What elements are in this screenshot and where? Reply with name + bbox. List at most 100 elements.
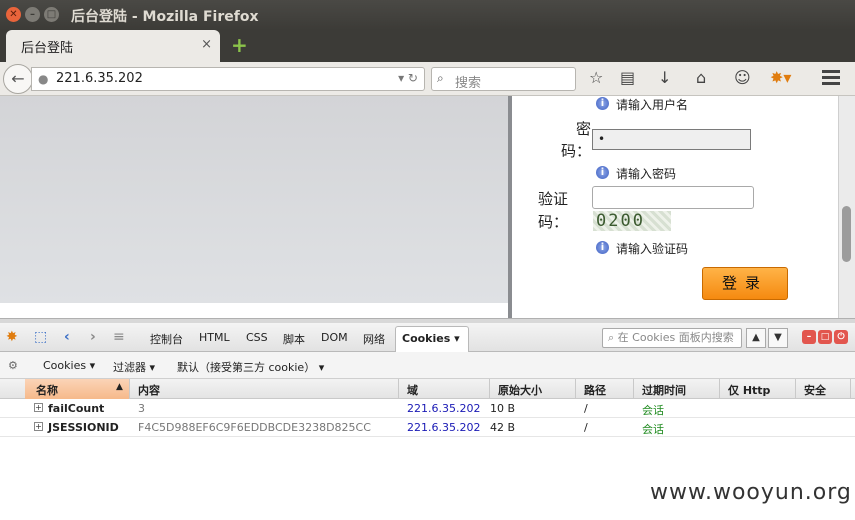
captcha-label-bottom: 码：	[538, 213, 569, 231]
url-text[interactable]: 221.6.35.202	[56, 71, 143, 86]
username-hint: 请输入用户名	[616, 98, 689, 112]
tab-cookies-label: Cookies	[402, 332, 451, 345]
captcha-image[interactable]: 0200	[593, 211, 671, 231]
firebug-minimize-button[interactable]: –	[802, 330, 816, 344]
chat-icon[interactable]: ☺	[734, 69, 751, 87]
window-minimize-button[interactable]: –	[25, 7, 40, 22]
download-icon[interactable]: ↓	[658, 69, 671, 87]
cookie-domain: 221.6.35.202	[407, 402, 481, 415]
cookie-expires: 会话	[642, 404, 664, 417]
url-bar[interactable]: ● 221.6.35.202 ▾ ↻	[31, 67, 425, 91]
column-value[interactable]: 内容	[138, 382, 160, 398]
firebug-toolbar: ✸ ⬚ ‹ › ≡ 控制台 HTML CSS 脚本 DOM 网络 Cookies…	[0, 323, 855, 353]
forward-arrow-icon[interactable]: ›	[90, 329, 96, 345]
arrow-left-icon: ←	[11, 69, 25, 88]
tab-dom[interactable]: DOM	[321, 331, 348, 344]
cookie-settings-icon[interactable]: ⚙	[8, 359, 18, 372]
filter-menu[interactable]: 过滤器 ▾	[113, 359, 155, 375]
column-expires[interactable]: 过期时间	[642, 382, 686, 398]
tab-title: 后台登陆	[21, 41, 74, 56]
window-maximize-button[interactable]: □	[44, 7, 59, 22]
search-next-button[interactable]: ▼	[768, 328, 788, 348]
vertical-scrollbar[interactable]	[838, 96, 855, 318]
reading-list-icon[interactable]: ▤	[620, 69, 635, 87]
default-policy-menu[interactable]: 默认（接受第三方 cookie） ▾	[177, 359, 324, 375]
cookie-value: 3	[138, 402, 145, 415]
password-label-bottom: 码：	[561, 142, 592, 160]
expand-icon[interactable]: +	[34, 403, 43, 412]
table-row[interactable]: + JSESSIONID F4C5D988EF6C9F6EDDBCDE3238D…	[0, 418, 855, 437]
cookie-size: 10 B	[490, 402, 516, 415]
cookie-path: /	[584, 402, 588, 415]
table-row[interactable]: + failCount 3 221.6.35.202 10 B / 会话	[0, 399, 855, 418]
column-path[interactable]: 路径	[584, 382, 606, 398]
home-icon[interactable]: ⌂	[696, 69, 706, 87]
password-hint: 请输入密码	[616, 167, 677, 181]
command-line-icon[interactable]: ≡	[113, 329, 125, 345]
info-icon: i	[596, 241, 609, 254]
bookmark-star-icon[interactable]: ☆	[589, 69, 603, 87]
info-icon: i	[596, 97, 609, 110]
password-input[interactable]: •	[592, 129, 751, 150]
cookies-menu[interactable]: Cookies ▾	[43, 359, 95, 372]
search-icon: ⌕	[437, 71, 444, 85]
tab-strip: 后台登陆 × +	[0, 30, 855, 62]
captcha-hint: 请输入验证码	[616, 242, 689, 256]
new-tab-icon[interactable]: +	[231, 35, 248, 55]
cookies-subtoolbar: ⚙ Cookies ▾ 过滤器 ▾ 默认（接受第三方 cookie） ▾	[0, 352, 855, 379]
search-icon: ⌕	[608, 331, 618, 344]
cookie-domain: 221.6.35.202	[407, 421, 481, 434]
back-arrow-icon[interactable]: ‹	[64, 329, 70, 345]
banner-panel	[0, 96, 508, 303]
reload-icon[interactable]: ▾ ↻	[398, 71, 418, 85]
cookie-size: 42 B	[490, 421, 516, 434]
search-box[interactable]: ⌕ 搜索	[431, 67, 576, 91]
window-title: 后台登陆 - Mozilla Firefox	[71, 9, 259, 25]
search-placeholder: 搜索	[455, 76, 482, 91]
inspect-icon[interactable]: ⬚	[34, 329, 47, 345]
tab-close-icon[interactable]: ×	[201, 37, 212, 52]
info-icon: i	[596, 166, 609, 179]
tab-html[interactable]: HTML	[199, 331, 230, 344]
back-button[interactable]: ←	[3, 64, 33, 94]
cookie-name: failCount	[48, 402, 105, 415]
cookie-value: F4C5D988EF6C9F6EDDBCDE3238D825CC	[138, 421, 371, 434]
column-secure[interactable]: 安全	[804, 382, 826, 398]
cookie-name: JSESSIONID	[48, 421, 119, 434]
tab-script[interactable]: 脚本	[283, 331, 305, 347]
filter-menu-label: 过滤器	[113, 361, 146, 374]
window-titlebar: ✕ – □ 后台登陆 - Mozilla Firefox	[0, 0, 855, 30]
default-policy-label: 默认（接受第三方 cookie）	[177, 361, 316, 374]
password-label-top: 密	[576, 120, 592, 138]
browser-tab[interactable]: 后台登陆 ×	[6, 30, 220, 62]
column-http-only[interactable]: 仅 Http	[728, 382, 770, 398]
search-prev-button[interactable]: ▲	[746, 328, 766, 348]
navigation-bar: ← ● 221.6.35.202 ▾ ↻ ⌕ 搜索 ☆ ▤ ↓ ⌂ ☺ ✸▾	[0, 62, 855, 96]
globe-icon: ●	[38, 72, 49, 86]
tab-cookies[interactable]: Cookies ▾	[395, 326, 469, 353]
window-close-button[interactable]: ✕	[6, 7, 21, 22]
firebug-search-input[interactable]: ⌕ 在 Cookies 面板内搜索	[602, 328, 742, 348]
tab-console[interactable]: 控制台	[150, 331, 183, 347]
menu-icon[interactable]	[822, 70, 840, 88]
login-button[interactable]: 登录	[702, 267, 788, 300]
dropdown-arrow-icon: ▾	[454, 332, 460, 345]
expand-icon[interactable]: +	[34, 422, 43, 431]
cookies-menu-label: Cookies	[43, 359, 87, 372]
tab-net[interactable]: 网络	[363, 331, 385, 347]
column-raw-size[interactable]: 原始大小	[498, 382, 542, 398]
firebug-detach-button[interactable]: □	[818, 330, 832, 344]
column-domain[interactable]: 域	[407, 382, 418, 398]
captcha-input[interactable]	[592, 186, 754, 209]
cookie-path: /	[584, 421, 588, 434]
firebug-icon[interactable]: ✸▾	[770, 69, 791, 87]
cookie-expires: 会话	[642, 423, 664, 436]
firebug-close-button[interactable]: ⏻	[834, 330, 848, 344]
scrollbar-thumb[interactable]	[842, 206, 851, 262]
firebug-logo-icon[interactable]: ✸	[6, 329, 18, 345]
cookie-table-header: 名称 ▲ 内容 域 原始大小 路径 过期时间 仅 Http 安全	[0, 379, 855, 399]
watermark: www.wooyun.org	[650, 480, 852, 505]
column-name[interactable]: 名称	[36, 382, 58, 398]
firebug-search-placeholder: 在 Cookies 面板内搜索	[617, 331, 734, 344]
tab-css[interactable]: CSS	[246, 331, 268, 344]
